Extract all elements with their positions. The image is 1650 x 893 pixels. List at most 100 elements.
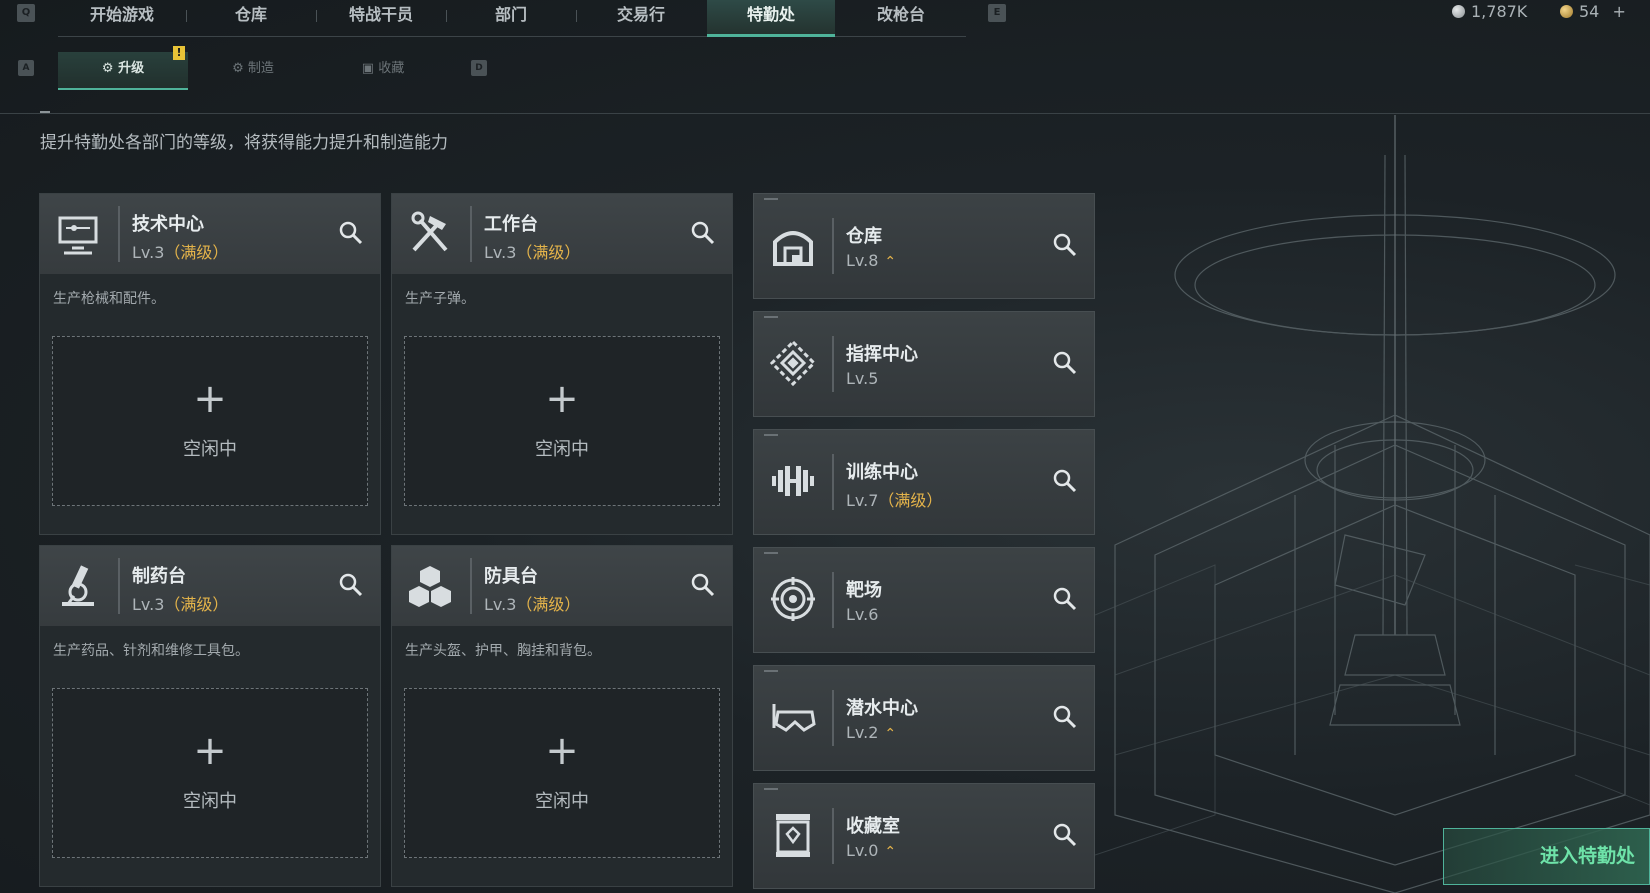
tab-warehouse[interactable]: 仓库 — [187, 0, 315, 36]
dept-level: Lv.0 ⌃ — [846, 841, 897, 860]
gold-coin-icon — [1560, 5, 1573, 18]
header-separator — [832, 454, 834, 510]
production-slot[interactable]: + 空闲中 — [404, 688, 720, 858]
e-key-hint[interactable]: E — [988, 4, 1006, 22]
silver-amount: 1,787K — [1471, 2, 1528, 21]
header-separator — [470, 206, 472, 262]
enter-special-ops-button[interactable]: 进入特勤处 — [1443, 828, 1650, 885]
subtab-upgrade[interactable]: ⚙ 升级 — [58, 52, 188, 90]
card-level: Lv.3（满级） — [484, 595, 581, 614]
alert-badge: ! — [173, 46, 185, 60]
card-tag — [764, 316, 778, 318]
search-icon[interactable] — [690, 572, 716, 598]
silver-coin-icon — [1452, 5, 1465, 18]
header-separator — [832, 218, 834, 274]
computer-icon — [58, 216, 98, 255]
department-card-diving-center[interactable]: 潜水中心 Lv.2 ⌃ — [753, 665, 1095, 771]
search-icon[interactable] — [1052, 232, 1078, 258]
upgrade-gear-icon: ⚙ — [101, 61, 119, 76]
header-separator — [832, 336, 834, 392]
plus-icon: + — [545, 728, 579, 774]
craft-icon: ⚙ — [232, 61, 248, 76]
production-slot[interactable]: + 空闲中 — [52, 688, 368, 858]
gold-amount: 54 — [1579, 2, 1600, 21]
dept-level: Lv.5 — [846, 369, 879, 388]
production-card-workbench[interactable]: 工作台 Lv.3（满级） 生产子弹。 + 空闲中 — [391, 193, 733, 535]
production-slot[interactable]: + 空闲中 — [404, 336, 720, 506]
search-icon[interactable] — [1052, 468, 1078, 494]
slot-status: 空闲中 — [535, 791, 589, 812]
upgrade-arrow-icon: ⌃ — [884, 254, 897, 270]
card-level: Lv.3（满级） — [484, 243, 581, 262]
slot-status: 空闲中 — [183, 791, 237, 812]
dept-title: 收藏室 — [846, 816, 900, 837]
search-icon[interactable] — [1052, 704, 1078, 730]
collection-case-icon — [776, 814, 810, 857]
card-description: 生产头盔、护甲、胸挂和背包。 — [405, 643, 601, 659]
tab-operators[interactable]: 特战干员 — [317, 0, 445, 36]
search-icon[interactable] — [338, 220, 364, 246]
department-card-shooting-range[interactable]: 靶场 Lv.6 — [753, 547, 1095, 653]
tab-department[interactable]: 部门 — [447, 0, 575, 36]
base-wireframe-illustration — [1095, 115, 1650, 893]
card-title: 制药台 — [132, 566, 186, 587]
header-separator — [832, 690, 834, 746]
card-title: 技术中心 — [132, 214, 204, 235]
card-tag — [764, 198, 778, 200]
card-tag — [764, 552, 778, 554]
subtab-craft[interactable]: ⚙ 制造 — [188, 52, 318, 88]
department-card-warehouse[interactable]: 仓库 Lv.8 ⌃ — [753, 193, 1095, 299]
production-card-armor-bench[interactable]: 防具台 Lv.3（满级） 生产头盔、护甲、胸挂和背包。 + 空闲中 — [391, 545, 733, 887]
upgrade-arrow-icon: ⌃ — [884, 844, 897, 860]
dept-title: 靶场 — [846, 580, 882, 601]
header-separator — [118, 558, 120, 614]
production-card-pharmacy[interactable]: 制药台 Lv.3（满级） 生产药品、针剂和维修工具包。 + 空闲中 — [39, 545, 381, 887]
card-description: 生产药品、针剂和维修工具包。 — [53, 643, 249, 659]
card-tag — [764, 670, 778, 672]
plus-icon: + — [545, 376, 579, 422]
department-card-command-center[interactable]: 指挥中心 Lv.5 — [753, 311, 1095, 417]
page-description: 提升特勤处各部门的等级，将获得能力提升和制造能力 — [40, 133, 448, 153]
d-key-hint[interactable]: D — [471, 60, 487, 76]
section-divider — [0, 113, 1650, 114]
subtab-collection[interactable]: ▣ 收藏 — [318, 52, 448, 88]
warehouse-icon — [773, 231, 813, 266]
department-card-training-center[interactable]: 训练中心 Lv.7（满级） — [753, 429, 1095, 535]
top-nav: Q 开始游戏 仓库 特战干员 部门 交易行 特勤处 改枪台 E 1,787K 5… — [0, 0, 1650, 38]
card-level: Lv.3（满级） — [132, 595, 229, 614]
tab-gunsmith[interactable]: 改枪台 — [837, 0, 965, 36]
slot-status: 空闲中 — [535, 439, 589, 460]
department-card-collection-room[interactable]: 收藏室 Lv.0 ⌃ — [753, 783, 1095, 889]
target-icon — [771, 577, 815, 621]
production-card-tech-center[interactable]: 技术中心 Lv.3（满级） 生产枪械和配件。 + 空闲中 — [39, 193, 381, 535]
search-icon[interactable] — [1052, 822, 1078, 848]
slot-status: 空闲中 — [183, 439, 237, 460]
dumbbell-icon — [772, 466, 814, 496]
upgrade-arrow-icon: ⌃ — [884, 726, 897, 742]
q-key-hint[interactable]: Q — [17, 4, 35, 22]
card-description: 生产枪械和配件。 — [53, 291, 165, 307]
subtab-upgrade-label: 升级 — [118, 61, 145, 76]
card-tag — [764, 434, 778, 436]
header-separator — [470, 558, 472, 614]
a-key-hint[interactable]: A — [18, 60, 34, 76]
tab-special-ops[interactable]: 特勤处 — [707, 0, 835, 37]
search-icon[interactable] — [690, 220, 716, 246]
card-title: 工作台 — [484, 214, 538, 235]
dept-level: Lv.7（满级） — [846, 491, 943, 510]
search-icon[interactable] — [1052, 350, 1078, 376]
search-icon[interactable] — [1052, 586, 1078, 612]
tab-trading[interactable]: 交易行 — [577, 0, 705, 36]
add-currency-button[interactable]: + — [1612, 2, 1625, 21]
command-diamond-icon — [770, 340, 816, 386]
production-slot[interactable]: + 空闲中 — [52, 336, 368, 506]
subtab-craft-label: 制造 — [247, 61, 274, 76]
dept-title: 训练中心 — [846, 462, 918, 483]
dept-level: Lv.8 ⌃ — [846, 251, 897, 270]
collection-icon: ▣ — [361, 61, 379, 76]
tab-start-game[interactable]: 开始游戏 — [58, 0, 186, 36]
card-tag — [764, 788, 778, 790]
dept-title: 仓库 — [846, 226, 882, 247]
search-icon[interactable] — [338, 572, 364, 598]
plus-icon: + — [193, 728, 227, 774]
